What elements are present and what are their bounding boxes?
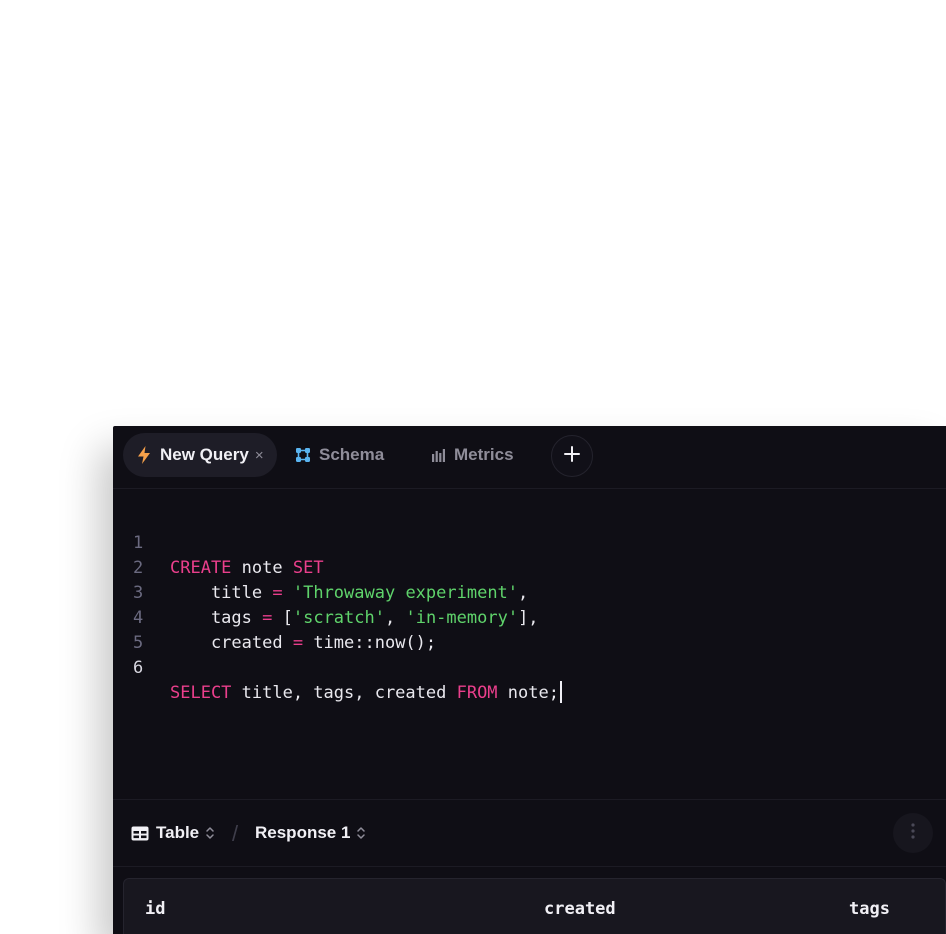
response-label: Response 1	[255, 823, 351, 842]
code-token: note;	[497, 683, 559, 703]
tab-label: Schema	[319, 445, 385, 464]
code-line: 1 CREATE note SET	[113, 506, 324, 578]
tab-bar: New Query × Schema Metrics	[113, 426, 946, 489]
more-options-button[interactable]	[893, 813, 933, 853]
code-editor[interactable]: 1 CREATE note SET 2 title = 'Throwaway e…	[113, 490, 946, 799]
code-line: 4 created = time::now();	[113, 581, 436, 653]
keyword-token: SELECT	[170, 683, 232, 703]
line-number: 6	[133, 658, 144, 678]
lightning-icon	[137, 446, 151, 464]
column-header-id[interactable]: id	[145, 899, 165, 919]
bar-chart-icon	[431, 448, 446, 462]
response-select[interactable]: Response 1	[255, 800, 366, 866]
code-text: tags = ['scratch', 'in-memory'],	[170, 606, 539, 631]
chevron-up-down-icon	[205, 826, 215, 840]
tab-label: Metrics	[454, 445, 514, 464]
chevron-up-down-icon	[356, 826, 366, 840]
tab-schema[interactable]: Schema	[295, 433, 384, 477]
plus-icon	[564, 445, 580, 467]
string-token: 'scratch'	[292, 608, 385, 628]
code-token: title	[170, 583, 273, 603]
string-token: 'Throwaway experiment'	[292, 583, 519, 603]
code-text: created = time::now();	[170, 631, 436, 656]
keyword-token: FROM	[456, 683, 498, 703]
code-line: 5	[113, 606, 174, 653]
code-line: 2 title = 'Throwaway experiment',	[113, 531, 528, 603]
add-tab-button[interactable]	[551, 435, 593, 477]
view-mode-select[interactable]: Table	[131, 800, 215, 866]
keyword-token: SET	[292, 558, 324, 578]
code-token: time::now();	[303, 633, 437, 653]
code-text: CREATE note SET	[170, 556, 324, 581]
code-token: created	[170, 633, 293, 653]
view-mode-label: Table	[156, 823, 200, 842]
operator-token: =	[292, 633, 304, 653]
code-token: [	[272, 608, 293, 628]
query-window: New Query × Schema Metrics 1 CREATE note…	[113, 426, 946, 934]
tab-new-query[interactable]: New Query ×	[123, 433, 277, 477]
code-token: ,	[384, 608, 406, 628]
column-header-tags[interactable]: tags	[849, 899, 890, 919]
keyword-token: CREATE	[170, 558, 232, 578]
code-text: SELECT title, tags, created FROM note;	[170, 681, 562, 706]
code-token: title, tags, created	[231, 683, 457, 703]
code-token: note	[231, 558, 293, 578]
code-token: ],	[518, 608, 539, 628]
code-line: 3 tags = ['scratch', 'in-memory'],	[113, 556, 539, 628]
code-token: tags	[170, 608, 263, 628]
results-table: id created tags	[123, 878, 946, 934]
string-token: 'in-memory'	[405, 608, 519, 628]
code-text: title = 'Throwaway experiment',	[170, 581, 528, 606]
breadcrumb-separator: /	[232, 821, 239, 846]
more-vertical-icon	[911, 822, 915, 844]
column-header-created[interactable]: created	[544, 899, 616, 919]
operator-token: =	[272, 583, 283, 603]
close-icon[interactable]: ×	[255, 447, 264, 464]
tab-label: New Query	[160, 445, 249, 464]
table-icon	[131, 826, 149, 841]
text-cursor	[559, 681, 562, 703]
operator-token: =	[262, 608, 273, 628]
results-toolbar: Table / Response 1	[113, 799, 946, 867]
tab-metrics[interactable]: Metrics	[431, 433, 514, 477]
schema-icon	[295, 447, 311, 463]
code-token: ,	[518, 583, 529, 603]
code-line: 6 SELECT title, tags, created FROM note;	[113, 631, 562, 703]
